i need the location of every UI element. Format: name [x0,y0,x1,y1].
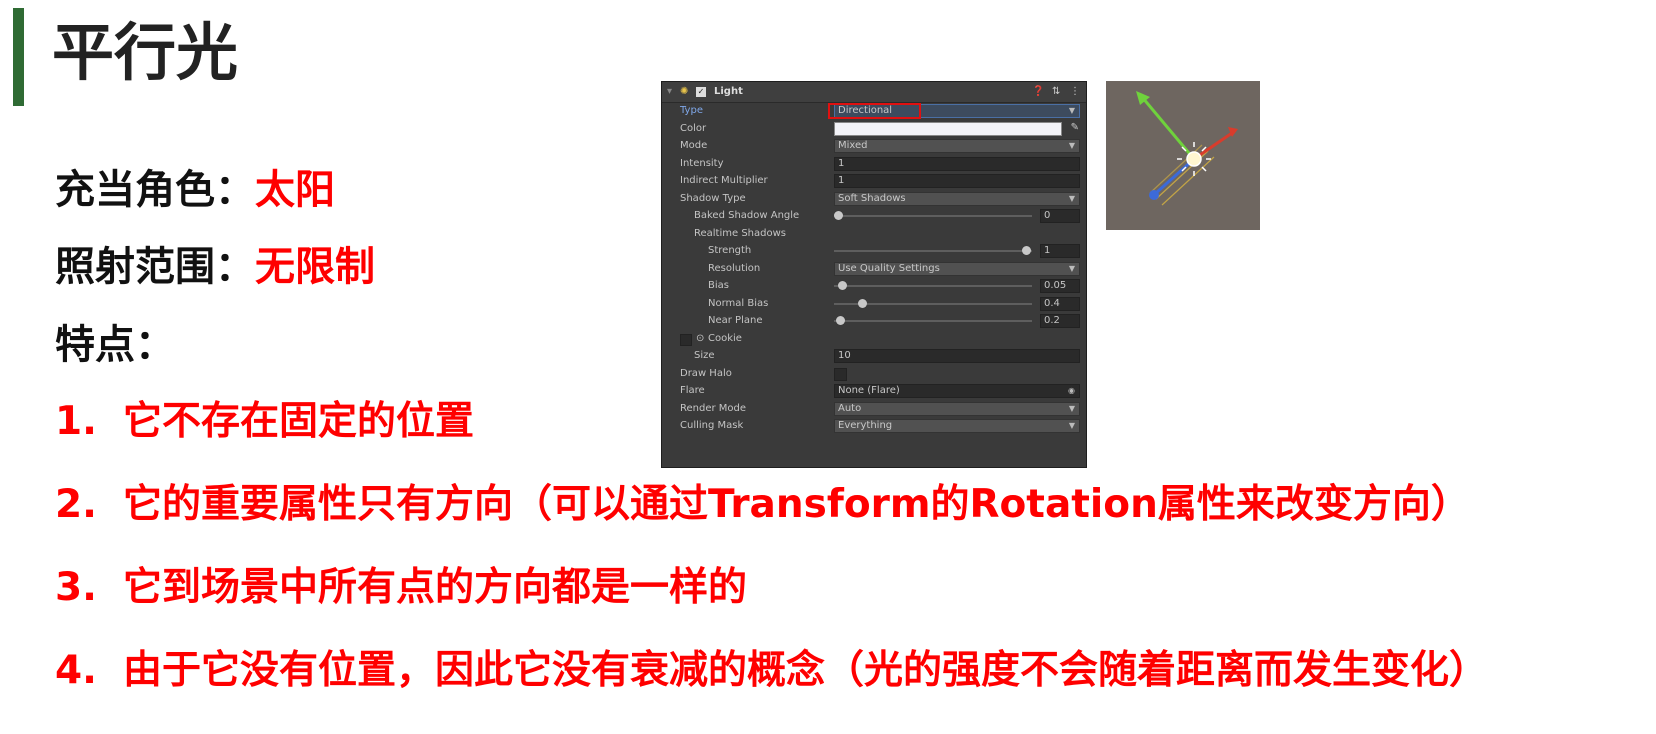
slider-knob[interactable] [1022,246,1031,255]
role-label: 充当角色： [55,167,255,213]
indirect-multiplier-field[interactable]: 1 [834,174,1080,188]
cookie-row: ⊙ Cookie [662,331,1086,348]
role-line: 充当角色：太阳 [55,170,335,210]
flare-field[interactable]: None (Flare) ◉ [834,384,1080,398]
more-options-icon[interactable]: ⋮ [1070,86,1080,97]
normal-bias-slider[interactable] [834,299,1032,308]
bias-field[interactable]: 0.05 [1040,279,1080,293]
object-picker-icon[interactable]: ◉ [1068,385,1075,397]
chevron-down-icon: ▼ [1068,404,1075,413]
realtime-shadows-row: Realtime Shadows [694,228,786,239]
help-icon[interactable]: ❓ [1032,86,1044,97]
size-field[interactable]: 10 [834,349,1080,363]
resolution-dropdown[interactable]: Use Quality Settings ▼ [834,262,1080,276]
intensity-field[interactable]: 1 [834,157,1080,171]
baked-shadow-angle-row: Baked Shadow Angle 0 [662,208,1086,225]
light-inspector-panel: ▾ ✺ ✓ Light ❓ ⇅ ⋮ Type Directional ▼ Colo… [661,81,1087,468]
mode-dropdown[interactable]: Mixed ▼ [834,139,1080,153]
feature-item-2: 2. 它的重要属性只有方向（可以通过Transform的Rotation属性来改变… [55,482,1470,527]
eyedropper-icon[interactable]: ✎ [1071,122,1079,133]
slider-knob[interactable] [836,316,845,325]
enabled-checkbox[interactable]: ✓ [696,87,706,97]
flare-row: Flare None (Flare) ◉ [662,383,1086,400]
slider-knob[interactable] [834,211,843,220]
range-line: 照射范围：无限制 [55,247,375,287]
bias-slider[interactable] [834,281,1032,290]
slide-title: 平行光 [52,16,239,89]
color-row: Color ✎ [680,122,1079,136]
inspector-header: ▾ ✺ ✓ Light ❓ ⇅ ⋮ [662,82,1086,103]
color-swatch[interactable] [834,122,1062,136]
baked-angle-slider[interactable] [834,211,1032,220]
cookie-checkbox[interactable] [680,334,692,346]
feature-item-1: 1. 它不存在固定的位置 [55,399,475,444]
range-label: 照射范围： [55,244,255,290]
feature-item-3: 3. 它到场景中所有点的方向都是一样的 [55,565,748,610]
normal-bias-row: Normal Bias 0.4 [662,296,1086,313]
chevron-down-icon: ▼ [1068,194,1075,203]
chevron-down-icon: ▼ [1068,141,1075,150]
resolution-row: Resolution Use Quality Settings ▼ [662,261,1086,278]
chevron-down-icon: ▼ [1068,421,1075,430]
culling-mask-dropdown[interactable]: Everything ▼ [834,419,1080,433]
strength-row: Strength 1 [662,243,1086,260]
cookie-icon: ⊙ [696,333,705,344]
normal-bias-field[interactable]: 0.4 [1040,297,1080,311]
type-highlight-box [828,103,921,119]
scene-view-thumbnail [1106,81,1260,230]
light-bulb-icon: ✺ [680,86,689,97]
component-name: Light [714,86,743,97]
culling-mask-row: Culling Mask Everything ▼ [662,418,1086,435]
type-row: Type Directional ▼ [662,103,1086,120]
shadow-type-dropdown[interactable]: Soft Shadows ▼ [834,192,1080,206]
bias-row: Bias 0.05 [662,278,1086,295]
indirect-multiplier-row: Indirect Multiplier 1 [662,173,1086,190]
chevron-down-icon: ▼ [1068,106,1075,115]
near-plane-row: Near Plane 0.2 [662,313,1086,330]
draw-halo-checkbox[interactable] [834,368,847,381]
near-plane-field[interactable]: 0.2 [1040,314,1080,328]
chevron-down-icon: ▼ [1068,264,1075,273]
draw-halo-row: Draw Halo [662,366,1086,383]
slider-knob[interactable] [838,281,847,290]
strength-field[interactable]: 1 [1040,244,1080,258]
foldout-arrow-icon[interactable]: ▾ [667,86,672,97]
range-value: 无限制 [255,244,375,290]
directional-light-gizmo-icon [1136,91,1238,206]
feature-item-4: 4. 由于它没有位置，因此它没有衰减的概念（光的强度不会随着距离而发生变化） [55,648,1489,693]
baked-angle-field[interactable]: 0 [1040,209,1080,223]
shadow-type-row: Shadow Type Soft Shadows ▼ [662,191,1086,208]
near-plane-slider[interactable] [834,316,1032,325]
intensity-row: Intensity 1 [662,156,1086,173]
mode-row: Mode Mixed ▼ [662,138,1086,155]
render-mode-row: Render Mode Auto ▼ [662,401,1086,418]
role-value: 太阳 [255,167,335,213]
preset-icon[interactable]: ⇅ [1052,86,1060,97]
slider-knob[interactable] [858,299,867,308]
strength-slider[interactable] [834,246,1032,255]
size-row: Size 10 [662,348,1086,365]
features-label: 特点： [55,322,175,368]
render-mode-dropdown[interactable]: Auto ▼ [834,402,1080,416]
title-accent-bar [13,8,24,106]
